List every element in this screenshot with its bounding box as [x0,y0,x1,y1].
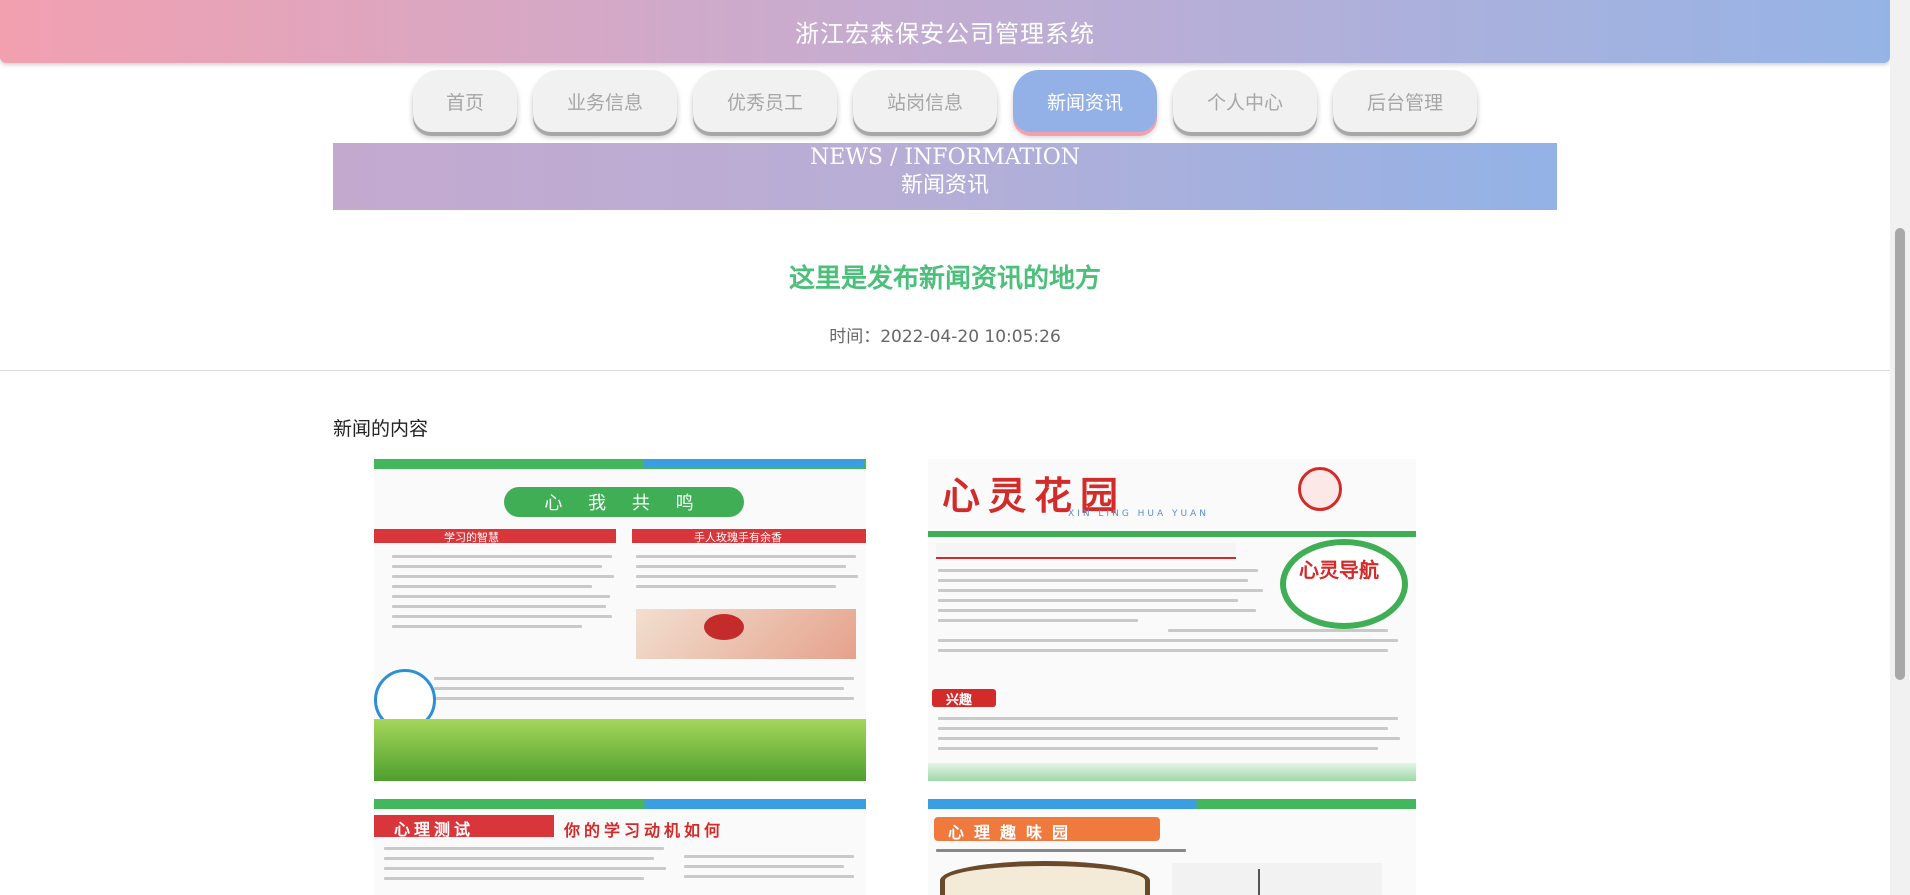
poster-3-subheading: 你的学习动机如何 [564,821,725,840]
nav-item-admin[interactable]: 后台管理 [1333,70,1477,132]
banner-title-en: NEWS / INFORMATION [809,145,1081,170]
nav-item-news[interactable]: 新闻资讯 [1013,70,1157,132]
nav-item-business[interactable]: 业务信息 [533,70,677,132]
poster-1-section-a: 学习的智慧 [444,531,499,544]
poster-1-heading: 心 我 共 鸣 [504,487,744,517]
section-banner: NEWS / INFORMATION 新闻资讯 [333,143,1557,210]
poster-3-heading: 心理测试 [394,820,475,839]
nav-item-home[interactable]: 首页 [413,70,517,132]
newsletter-image-2: 心灵花园 XIN LING HUA YUAN 心灵导航 兴趣 [928,459,1416,781]
poster-2-section: 兴趣 [946,693,973,708]
nav-item-excellent-staff[interactable]: 优秀员工 [693,70,837,132]
divider [0,370,1890,371]
newsletter-image-3: 心理测试 你的学习动机如何 [374,799,866,895]
poster-2-tag: 心灵导航 [1299,558,1379,582]
article-time: 时间：2022-04-20 10:05:26 [829,327,1061,347]
main-nav: 首页 业务信息 优秀员工 站岗信息 新闻资讯 个人中心 后台管理 [413,70,1478,138]
banner-title-cn: 新闻资讯 [900,173,989,198]
poster-2-subtitle: XIN LING HUA YUAN [1068,509,1209,519]
poster-1-section-b: 手人玫瑰手有余香 [694,531,782,544]
app-header: 浙江宏森保安公司管理系统 [0,0,1890,63]
article-content-label: 新闻的内容 [333,418,429,440]
nav-item-personal-center[interactable]: 个人中心 [1173,70,1317,132]
app-title: 浙江宏森保安公司管理系统 [795,20,1095,48]
nav-item-post-info[interactable]: 站岗信息 [853,70,997,132]
newsletter-image-4: 心理趣味园 [928,799,1416,895]
newsletter-image-1: 心 我 共 鸣 学习的智慧 手人玫瑰手有余香 [374,459,866,781]
page-scrollbar[interactable] [1890,0,1910,895]
poster-4-heading: 心理趣味园 [948,823,1079,842]
scrollbar-thumb[interactable] [1895,228,1905,680]
article-title: 这里是发布新闻资讯的地方 [788,264,1101,294]
